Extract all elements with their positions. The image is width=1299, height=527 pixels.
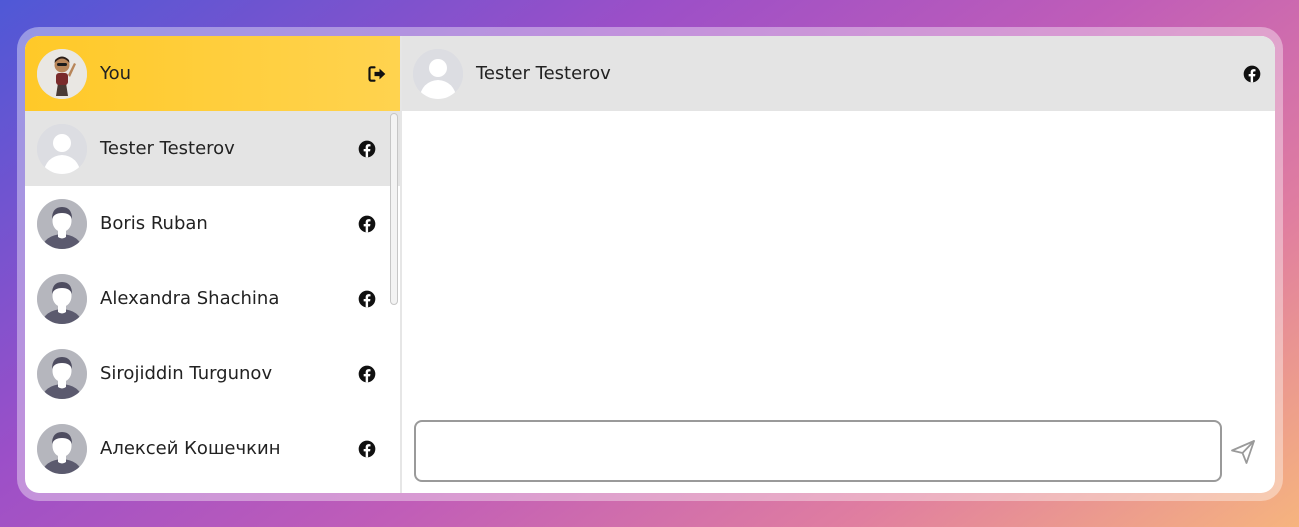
- current-user-name: You: [100, 63, 132, 84]
- chat-app: You Tester Testerov Boris Ruban Alexandr…: [25, 36, 1275, 493]
- user-avatar-icon: [37, 423, 87, 474]
- message-area: [402, 111, 1275, 423]
- contact-name: Alexandra Shachina: [100, 288, 280, 309]
- facebook-icon: [356, 138, 378, 160]
- user-avatar-icon: [37, 273, 87, 324]
- contact-list: Tester Testerov Boris Ruban Alexandra Sh…: [25, 111, 400, 493]
- chat-header: Tester Testerov: [402, 36, 1275, 111]
- avatar-cartoon-icon: [37, 48, 87, 99]
- contact-name: Boris Ruban: [100, 213, 208, 234]
- facebook-icon: [356, 438, 378, 460]
- contact-item[interactable]: Alexandra Shachina: [25, 261, 400, 336]
- contact-name: Sirojiddin Turgunov: [100, 363, 273, 384]
- message-input[interactable]: [414, 420, 1222, 482]
- contact-item[interactable]: Boris Ruban: [25, 186, 400, 261]
- contact-list-scrollbar[interactable]: [390, 113, 398, 305]
- default-avatar-icon: [413, 48, 463, 99]
- sidebar: You Tester Testerov Boris Ruban Alexandr…: [25, 36, 402, 493]
- chat-panel: Tester Testerov: [402, 36, 1275, 493]
- contact-item[interactable]: Sirojiddin Turgunov: [25, 336, 400, 411]
- contact-item[interactable]: Tester Testerov: [25, 111, 400, 186]
- default-avatar-icon: [37, 123, 87, 174]
- message-composer: [402, 420, 1275, 493]
- facebook-icon: [356, 363, 378, 385]
- facebook-icon: [1241, 63, 1263, 85]
- contact-name: Tester Testerov: [100, 138, 235, 159]
- logout-icon[interactable]: [366, 63, 388, 85]
- contact-name: Алексей Кошечкин: [100, 438, 281, 459]
- contact-item[interactable]: Алексей Кошечкин: [25, 411, 400, 486]
- facebook-icon: [356, 213, 378, 235]
- facebook-icon: [356, 288, 378, 310]
- send-icon[interactable]: [1229, 438, 1257, 466]
- user-avatar-icon: [37, 198, 87, 249]
- current-user-header: You: [25, 36, 400, 111]
- chat-title: Tester Testerov: [476, 63, 611, 84]
- user-avatar-icon: [37, 348, 87, 399]
